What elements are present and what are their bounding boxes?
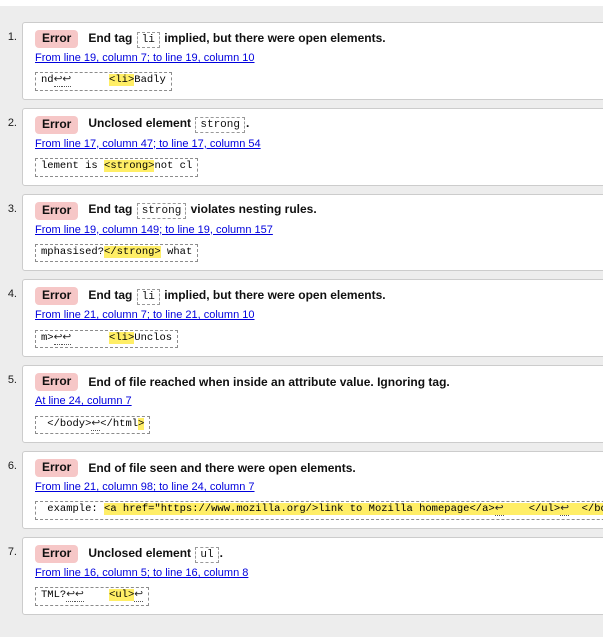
error-list: 1. Error End tag li implied, but there w… [0, 22, 603, 615]
error-item: 2. Error Unclosed element strong. From l… [22, 108, 603, 186]
location-link[interactable]: From line 21, column 98; to line 24, col… [35, 481, 255, 493]
error-location-row: From line 16, column 5; to line 16, colu… [35, 567, 598, 580]
location-link[interactable]: From line 19, column 149; to line 19, co… [35, 224, 273, 236]
error-message: End tag strong violates nesting rules. [88, 202, 316, 219]
error-box: Error End of file reached when inside an… [22, 365, 603, 443]
error-extract-row: mphasised?</strong> what [35, 242, 598, 263]
extract-highlight: > [138, 418, 144, 430]
error-message: End tag li implied, but there were open … [88, 288, 385, 305]
error-extract-row: nd↩↩ <li>Badly [35, 70, 598, 91]
error-item: 7. Error Unclosed element ul. From line … [22, 537, 603, 615]
error-item: 1. Error End tag li implied, but there w… [22, 22, 603, 100]
error-message-row: Error Unclosed element ul. [35, 545, 598, 563]
error-message: End of file seen and there were open ele… [88, 461, 355, 476]
element-name-code: ul [195, 547, 218, 563]
error-item: 5. Error End of file reached when inside… [22, 365, 603, 443]
error-number: 6. [8, 460, 17, 472]
error-message-row: Error End tag strong violates nesting ru… [35, 202, 598, 220]
error-box: Error End of file seen and there were op… [22, 451, 603, 529]
error-message-row: Error End tag li implied, but there were… [35, 30, 598, 48]
extract-highlight: </strong> [104, 246, 161, 258]
error-message-row: Error Unclosed element strong. [35, 116, 598, 134]
extract-highlight: <ul> [109, 589, 134, 601]
location-link[interactable]: From line 17, column 47; to line 17, col… [35, 138, 261, 150]
error-message: End tag li implied, but there were open … [88, 31, 385, 48]
error-box: Error Unclosed element strong. From line… [22, 108, 603, 186]
extract-highlight: <li> [109, 74, 134, 86]
code-extract: </body>↩</html> [35, 416, 150, 435]
code-extract: nd↩↩ <li>Badly [35, 72, 172, 91]
error-box: Error End tag strong violates nesting ru… [22, 194, 603, 272]
error-message: Unclosed element ul. [88, 546, 223, 563]
element-name-code: strong [195, 117, 245, 133]
error-message: End of file reached when inside an attri… [88, 375, 449, 390]
error-box: Error End tag li implied, but there were… [22, 22, 603, 100]
error-badge: Error [35, 373, 78, 391]
code-extract: TML?↩↩ <ul>↩ [35, 587, 149, 606]
code-extract: mphasised?</strong> what [35, 244, 198, 263]
error-badge: Error [35, 545, 78, 563]
error-number: 2. [8, 117, 17, 129]
error-location-row: From line 17, column 47; to line 17, col… [35, 138, 598, 151]
line-break-icon: ↩ [91, 418, 100, 431]
extract-highlight: <a href="https://www.mozilla.org/>link t… [104, 503, 603, 515]
element-name-code: strong [137, 203, 187, 219]
error-box: Error End tag li implied, but there were… [22, 279, 603, 357]
error-badge: Error [35, 30, 78, 48]
error-badge: Error [35, 459, 78, 477]
error-extract-row: TML?↩↩ <ul>↩ [35, 585, 598, 606]
error-badge: Error [35, 287, 78, 305]
line-break-icon: ↩ [62, 74, 71, 87]
error-extract-row: m>↩↩ <li>Unclos [35, 328, 598, 349]
error-message-row: Error End tag li implied, but there were… [35, 287, 598, 305]
element-name-code: li [137, 32, 160, 48]
line-break-icon: ↩ [75, 589, 84, 602]
error-item: 4. Error End tag li implied, but there w… [22, 279, 603, 357]
location-link[interactable]: From line 19, column 7; to line 19, colu… [35, 52, 255, 64]
code-extract: example: <a href="https://www.mozilla.or… [35, 501, 603, 520]
error-extract-row: example: <a href="https://www.mozilla.or… [35, 499, 598, 520]
error-number: 3. [8, 203, 17, 215]
error-number: 5. [8, 374, 17, 386]
validator-results-page: 1. Error End tag li implied, but there w… [0, 6, 603, 637]
error-location-row: At line 24, column 7 [35, 395, 598, 408]
code-extract: lement is <strong>not cl [35, 158, 198, 177]
location-link[interactable]: From line 16, column 5; to line 16, colu… [35, 567, 248, 579]
error-badge: Error [35, 116, 78, 134]
error-location-row: From line 19, column 7; to line 19, colu… [35, 52, 598, 65]
code-extract: m>↩↩ <li>Unclos [35, 330, 178, 349]
line-break-icon: ↩ [495, 503, 504, 516]
line-break-icon: ↩ [560, 503, 569, 516]
error-location-row: From line 21, column 7; to line 21, colu… [35, 309, 598, 322]
error-message-row: Error End of file reached when inside an… [35, 373, 598, 391]
location-link[interactable]: At line 24, column 7 [35, 395, 132, 407]
line-break-icon: ↩ [62, 332, 71, 345]
error-badge: Error [35, 202, 78, 220]
error-extract-row: </body>↩</html> [35, 414, 598, 435]
error-item: 6. Error End of file seen and there were… [22, 451, 603, 529]
error-extract-row: lement is <strong>not cl [35, 156, 598, 177]
error-number: 7. [8, 546, 17, 558]
error-box: Error Unclosed element ul. From line 16,… [22, 537, 603, 615]
error-location-row: From line 21, column 98; to line 24, col… [35, 481, 598, 494]
error-message-row: Error End of file seen and there were op… [35, 459, 598, 477]
error-message: Unclosed element strong. [88, 116, 249, 133]
error-number: 1. [8, 31, 17, 43]
location-link[interactable]: From line 21, column 7; to line 21, colu… [35, 309, 255, 321]
line-break-icon: ↩ [134, 589, 143, 602]
extract-highlight: <li> [109, 332, 134, 344]
error-item: 3. Error End tag strong violates nesting… [22, 194, 603, 272]
element-name-code: li [137, 289, 160, 305]
error-number: 4. [8, 288, 17, 300]
line-break-icon: ↩ [66, 589, 75, 602]
error-location-row: From line 19, column 149; to line 19, co… [35, 224, 598, 237]
extract-highlight: <strong> [104, 160, 154, 172]
